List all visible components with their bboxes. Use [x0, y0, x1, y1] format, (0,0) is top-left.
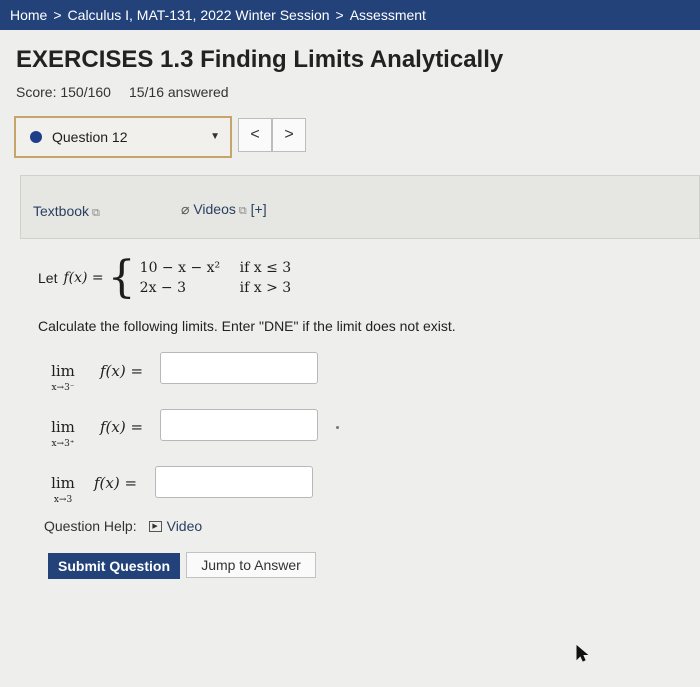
breadcrumb-home[interactable]: Home	[10, 7, 47, 23]
caret-down-icon: ▼	[210, 131, 220, 142]
instruction-text: Calculate the following limits. Enter "D…	[38, 318, 456, 334]
lim-subscript: x→3	[53, 495, 73, 505]
limit-right-input[interactable]	[160, 409, 318, 441]
videos-expand[interactable]: [+]	[251, 201, 267, 217]
lim-subscript: x→3⁺	[51, 439, 75, 449]
status-dot-icon	[30, 131, 42, 143]
mouse-cursor-icon	[576, 645, 589, 662]
breadcrumb-separator: >	[335, 7, 344, 23]
lim-operator: lim x→3	[46, 474, 80, 505]
videos-link[interactable]: ⌀ Videos ⧉ [+]	[181, 201, 267, 218]
answered-count: 15/16 answered	[128, 84, 229, 100]
function-cases: 10 − x − x² if x ≤ 3 2x − 3 if x > 3	[140, 260, 292, 296]
limit-two-sided-input[interactable]	[155, 466, 313, 498]
external-link-icon: ⧉	[238, 205, 247, 217]
breadcrumb: Home > Calculus I, MAT-131, 2022 Winter …	[0, 0, 700, 30]
limit-right: lim x→3⁺ f(x) =	[46, 418, 143, 449]
question-help: Question Help: ▶ Video	[44, 518, 202, 534]
textbook-label: Textbook	[33, 203, 90, 219]
lim-word: lim	[51, 474, 75, 492]
lim-expression: f(x) =	[94, 474, 138, 492]
videos-label: Videos	[193, 201, 236, 217]
function-name: f(x) =	[63, 270, 104, 286]
paperclip-icon: ⌀	[181, 201, 190, 217]
piecewise-function: Let f(x) = { 10 − x − x² if x ≤ 3 2x − 3…	[38, 256, 291, 300]
external-link-icon: ⧉	[92, 207, 100, 219]
limit-two-sided: lim x→3 f(x) =	[46, 474, 137, 505]
brace-icon: {	[107, 252, 136, 303]
score-text: Score: 150/160	[16, 84, 111, 100]
lim-word: lim	[51, 362, 75, 380]
resources-bar: Textbook ⧉ ⌀ Videos ⧉ [+]	[20, 175, 700, 239]
lim-operator: lim x→3⁺	[46, 418, 80, 449]
case1-condition: if x ≤ 3	[239, 260, 292, 276]
stray-mark	[336, 426, 339, 429]
textbook-link[interactable]: Textbook ⧉	[33, 203, 100, 220]
question-select[interactable]: Question 12 ▼	[14, 116, 232, 158]
limit-left-input[interactable]	[160, 352, 318, 384]
question-help-label: Question Help:	[44, 518, 137, 534]
submit-question-button[interactable]: Submit Question	[48, 553, 180, 579]
breadcrumb-current: Assessment	[349, 7, 426, 23]
breadcrumb-course[interactable]: Calculus I, MAT-131, 2022 Winter Session	[68, 7, 330, 23]
lim-subscript: x→3⁻	[51, 383, 75, 393]
prev-question-button[interactable]: <	[238, 118, 272, 152]
question-select-label: Question 12	[52, 129, 128, 145]
lim-operator: lim x→3⁻	[46, 362, 80, 393]
lim-word: lim	[51, 418, 75, 436]
lim-expression: f(x) =	[100, 362, 144, 380]
jump-to-answer-button[interactable]: Jump to Answer	[186, 552, 316, 578]
case2-expression: 2x − 3	[139, 280, 186, 296]
limit-left: lim x→3⁻ f(x) =	[46, 362, 143, 393]
case2-condition: if x > 3	[239, 280, 292, 296]
score-line: Score: 150/160 15/16 answered	[16, 84, 229, 100]
breadcrumb-separator: >	[53, 7, 62, 23]
play-icon: ▶	[148, 520, 162, 532]
lim-expression: f(x) =	[100, 418, 144, 436]
case1-expression: 10 − x − x²	[139, 260, 221, 276]
help-video-link[interactable]: Video	[167, 518, 203, 534]
next-question-button[interactable]: >	[272, 118, 306, 152]
page-title: EXERCISES 1.3 Finding Limits Analyticall…	[16, 46, 504, 73]
let-label: Let	[38, 270, 58, 286]
